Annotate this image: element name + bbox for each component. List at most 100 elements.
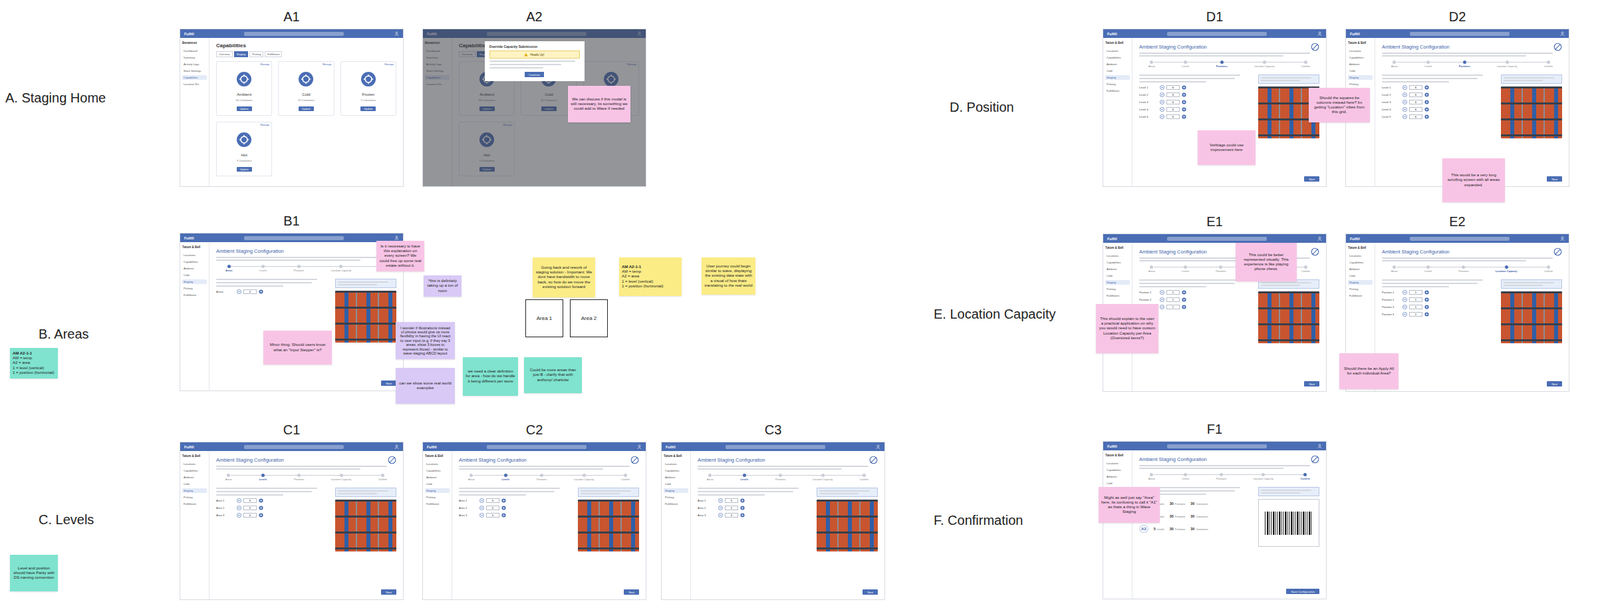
- sidebar-item[interactable]: Location IDs: [182, 81, 207, 87]
- number-field[interactable]: 5: [243, 512, 257, 518]
- step[interactable]: Positions: [1216, 472, 1227, 481]
- update-button[interactable]: Update: [298, 106, 314, 112]
- sidebar-item[interactable]: Cold: [424, 481, 450, 487]
- sidebar-item[interactable]: Fulfillment: [663, 501, 689, 507]
- primary-button[interactable]: Next: [381, 380, 397, 386]
- step[interactable]: Positions: [1458, 265, 1469, 273]
- step[interactable]: Levels: [740, 473, 749, 481]
- sidebar-item[interactable]: Picking: [182, 285, 207, 291]
- sidebar-item[interactable]: Locations: [663, 461, 689, 467]
- brand[interactable]: Fulfill: [1349, 31, 1360, 36]
- user-icon[interactable]: [637, 444, 642, 449]
- primary-button[interactable]: Next: [1546, 176, 1563, 182]
- sidebar-item[interactable]: Picking: [1105, 81, 1130, 87]
- number-field[interactable]: 5: [243, 498, 257, 503]
- sidebar-item[interactable]: Capabilities: [1347, 55, 1373, 60]
- step[interactable]: Levels: [259, 473, 268, 481]
- update-button[interactable]: Update: [236, 166, 253, 172]
- update-button[interactable]: Update: [360, 106, 376, 112]
- sidebar-item[interactable]: Capabilities: [1347, 260, 1373, 265]
- user-icon[interactable]: [875, 444, 881, 449]
- sticky-note[interactable]: we need a clear definition for area - ho…: [462, 357, 519, 396]
- brand[interactable]: Fulfill: [184, 31, 195, 36]
- sidebar-item[interactable]: Picking: [1105, 286, 1130, 292]
- sidebar-item[interactable]: Capabilities: [182, 75, 207, 80]
- brand[interactable]: Fulfill: [1349, 236, 1360, 241]
- plus-icon[interactable]: [740, 512, 745, 518]
- search-field[interactable]: [1409, 236, 1510, 241]
- sidebar-item[interactable]: Capabilities: [1105, 467, 1130, 473]
- plus-icon[interactable]: [1424, 92, 1430, 98]
- sticky-note[interactable]: Going back and rework of staging solutio…: [532, 257, 596, 298]
- frame[interactable]: C1FulfillTatum & BellLocationsCapabiliti…: [179, 421, 404, 600]
- step[interactable]: Areas: [468, 473, 475, 481]
- minus-icon[interactable]: [718, 505, 723, 511]
- search-field[interactable]: [1167, 236, 1267, 241]
- user-icon[interactable]: [1317, 31, 1323, 36]
- sticky-note[interactable]: *this is definitely taking up a ton of r…: [423, 275, 462, 297]
- sidebar-item[interactable]: Locations: [182, 252, 207, 258]
- sidebar-item[interactable]: Cold: [1347, 273, 1373, 278]
- sidebar-item[interactable]: Capabilities: [182, 259, 207, 265]
- minus-icon[interactable]: [236, 498, 242, 503]
- frame[interactable]: C3FulfillTatum & BellLocationsCapabiliti…: [661, 421, 886, 600]
- number-field[interactable]: 5: [486, 512, 500, 518]
- sidebar-item[interactable]: Fulfillment: [182, 501, 207, 507]
- primary-button[interactable]: Next: [1304, 176, 1320, 182]
- primary-button[interactable]: Next: [1304, 381, 1320, 387]
- minus-icon[interactable]: [479, 512, 485, 518]
- minus-icon[interactable]: [1159, 85, 1165, 90]
- minus-icon[interactable]: [1159, 297, 1165, 302]
- number-field[interactable]: 6: [1409, 107, 1423, 112]
- sticky-note[interactable]: can we show some real world examples: [395, 367, 455, 404]
- plus-icon[interactable]: [1424, 85, 1430, 90]
- sidebar-item[interactable]: Staging: [182, 279, 207, 284]
- step[interactable]: Positions: [1215, 265, 1226, 273]
- sticky-note[interactable]: Is it necessary to have this explanation…: [376, 240, 425, 272]
- number-field[interactable]: 5: [724, 505, 739, 511]
- sidebar-item[interactable]: Locations: [1105, 460, 1130, 466]
- number-field[interactable]: 6: [1409, 92, 1423, 98]
- number-field[interactable]: 6: [1166, 107, 1180, 112]
- sidebar-item[interactable]: Ambient: [182, 474, 207, 480]
- minus-icon[interactable]: [1159, 114, 1165, 120]
- tab[interactable]: Picking: [249, 51, 264, 58]
- minus-icon[interactable]: [1402, 99, 1408, 105]
- frame[interactable]: E1FulfillTatum & BellLocationsCapabiliti…: [1102, 213, 1327, 392]
- sidebar-item[interactable]: Ambient: [1347, 266, 1373, 272]
- sidebar-item[interactable]: Staging: [1347, 75, 1373, 80]
- plus-icon[interactable]: [501, 498, 507, 503]
- search-field[interactable]: [1167, 444, 1267, 449]
- plus-icon[interactable]: [258, 505, 264, 511]
- number-field[interactable]: 1: [1409, 311, 1423, 317]
- number-field[interactable]: 1: [1166, 289, 1180, 295]
- sticky-note[interactable]: Minor thing: Should users know what an "…: [263, 330, 332, 365]
- plus-icon[interactable]: [1181, 289, 1187, 295]
- tab[interactable]: Fulfillment: [264, 51, 282, 58]
- step[interactable]: Levels: [1181, 472, 1190, 481]
- number-field[interactable]: 1: [1166, 297, 1180, 302]
- user-icon[interactable]: [1317, 443, 1323, 449]
- sticky-note[interactable]: I wonder if illustrations instead of pho…: [395, 321, 455, 360]
- sidebar-item[interactable]: Staging: [424, 488, 450, 493]
- step[interactable]: Areas: [225, 264, 233, 272]
- step[interactable]: Location Capacity: [331, 473, 352, 481]
- minus-icon[interactable]: [1402, 297, 1408, 302]
- sticky-note[interactable]: This should explain to the user a practi…: [1095, 303, 1159, 354]
- sticky-note[interactable]: AM A2-1-1AM = tempA2 = area1 = level (ve…: [619, 257, 682, 296]
- sidebar-item[interactable]: Fulfillment: [1105, 88, 1130, 94]
- number-field[interactable]: 6: [1409, 85, 1423, 90]
- brand[interactable]: Fulfill: [665, 444, 676, 449]
- tab[interactable]: Staging: [234, 51, 249, 58]
- user-icon[interactable]: [1560, 31, 1565, 36]
- sidebar-item[interactable]: Capabilities: [663, 468, 689, 473]
- plus-icon[interactable]: [258, 498, 264, 503]
- sidebar-item[interactable]: Capabilities: [1105, 260, 1130, 265]
- primary-button[interactable]: Next: [1546, 381, 1563, 387]
- plus-icon[interactable]: [258, 512, 264, 518]
- step[interactable]: Areas: [1148, 60, 1156, 68]
- step[interactable]: Positions: [775, 473, 786, 481]
- sidebar-item[interactable]: Dashboard: [182, 48, 207, 54]
- sidebar-item[interactable]: Capabilities: [424, 468, 450, 473]
- number-field[interactable]: 1: [1409, 297, 1423, 302]
